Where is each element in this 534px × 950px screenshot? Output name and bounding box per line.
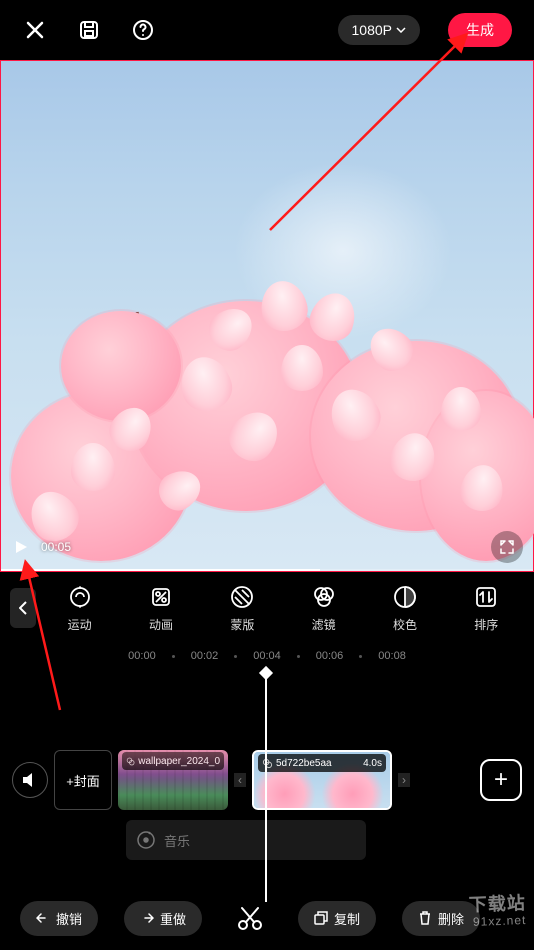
- top-bar: 1080P 生成: [0, 0, 534, 60]
- watermark: 下载站 91xz.net: [468, 894, 526, 929]
- cover-button[interactable]: +封面: [54, 750, 112, 810]
- tool-mask[interactable]: 蒙版: [205, 584, 280, 633]
- ruler-mark: 00:06: [316, 650, 344, 662]
- expand-icon: [499, 539, 515, 555]
- tool-label: 蒙版: [230, 616, 254, 633]
- tool-label: 运动: [68, 616, 92, 633]
- current-time: 00:05: [41, 540, 71, 554]
- sort-icon: [473, 584, 499, 610]
- chevron-down-icon: [396, 27, 406, 33]
- tool-back-button[interactable]: [10, 588, 36, 628]
- timeline-ruler[interactable]: 00:00 00:02 00:04 00:06 00:08: [0, 644, 534, 668]
- watermark-line2: 91xz.net: [473, 914, 527, 929]
- tool-color[interactable]: 校色: [367, 584, 442, 633]
- tool-label: 动画: [149, 616, 173, 633]
- ruler-mark: 00:08: [378, 650, 406, 662]
- undo-label: 撤销: [56, 909, 82, 928]
- tool-label: 校色: [393, 616, 417, 633]
- redo-icon: [140, 912, 154, 924]
- clip-icon: [262, 758, 273, 769]
- music-icon: [136, 830, 156, 850]
- trash-icon: [418, 911, 432, 925]
- preview-image: [1, 61, 533, 571]
- color-icon: [392, 584, 418, 610]
- cover-label: +封面: [66, 771, 100, 790]
- plus-icon: +: [494, 766, 508, 794]
- clip-transition-right[interactable]: ›: [398, 773, 410, 787]
- filter-icon: [311, 584, 337, 610]
- save-button[interactable]: [76, 17, 102, 43]
- clip-2[interactable]: 5d722be5aa 4.0s: [252, 750, 392, 810]
- chevron-left-icon: [19, 601, 27, 615]
- close-button[interactable]: [22, 17, 48, 43]
- tool-label: 滤镜: [312, 616, 336, 633]
- animation-icon: [148, 584, 174, 610]
- tool-animation[interactable]: 动画: [123, 584, 198, 633]
- bottom-bar: 撤销 重做 复制 删除: [0, 900, 534, 936]
- resolution-label: 1080P: [352, 22, 392, 38]
- tool-motion[interactable]: 运动: [42, 584, 117, 633]
- tool-filter[interactable]: 滤镜: [286, 584, 361, 633]
- ruler-dot: [297, 655, 300, 658]
- cut-button[interactable]: [232, 900, 268, 936]
- ruler-dot: [172, 655, 175, 658]
- add-clip-button[interactable]: +: [480, 759, 522, 801]
- ruler-mark: 00:02: [191, 650, 219, 662]
- mute-button[interactable]: [12, 762, 48, 798]
- clip-1[interactable]: wallpaper_2024_0: [118, 750, 228, 810]
- progress-bar[interactable]: [1, 569, 533, 571]
- ruler-dot: [234, 655, 237, 658]
- scissors-icon: [236, 904, 264, 932]
- preview-controls: 00:05: [11, 531, 523, 563]
- undo-button[interactable]: 撤销: [20, 901, 98, 936]
- clip-transition-left[interactable]: ‹: [234, 773, 246, 787]
- copy-label: 复制: [334, 909, 360, 928]
- music-track[interactable]: 音乐: [126, 820, 366, 860]
- redo-label: 重做: [160, 909, 186, 928]
- redo-button[interactable]: 重做: [124, 901, 202, 936]
- video-track: +封面 wallpaper_2024_0 ‹ 5d722be5aa 4.0s ›…: [0, 748, 534, 812]
- tool-label: 排序: [474, 616, 498, 633]
- ruler-dot: [359, 655, 362, 658]
- ruler-mark: 00:00: [128, 650, 156, 662]
- mask-icon: [229, 584, 255, 610]
- motion-icon: [67, 584, 93, 610]
- play-button[interactable]: [11, 537, 31, 557]
- fullscreen-button[interactable]: [491, 531, 523, 563]
- undo-icon: [36, 912, 50, 924]
- ruler-mark: 00:04: [253, 650, 281, 662]
- resolution-selector[interactable]: 1080P: [338, 15, 420, 45]
- clip-icon: [126, 756, 135, 767]
- help-button[interactable]: [130, 17, 156, 43]
- generate-label: 生成: [466, 22, 494, 38]
- speaker-icon: [21, 771, 39, 789]
- tool-row: 运动 动画 蒙版 滤镜 校色 排序: [0, 572, 534, 644]
- music-label: 音乐: [164, 831, 190, 850]
- play-icon: [14, 540, 28, 554]
- delete-label: 删除: [438, 909, 464, 928]
- clip-2-label: 5d722be5aa 4.0s: [258, 754, 386, 772]
- video-preview[interactable]: 00:05: [0, 60, 534, 572]
- generate-button[interactable]: 生成: [448, 13, 512, 47]
- timeline-area[interactable]: +封面 wallpaper_2024_0 ‹ 5d722be5aa 4.0s ›…: [0, 672, 534, 902]
- copy-icon: [314, 911, 328, 925]
- tool-sort[interactable]: 排序: [449, 584, 524, 633]
- playhead[interactable]: [265, 672, 267, 902]
- copy-button[interactable]: 复制: [298, 901, 376, 936]
- clip-1-label: wallpaper_2024_0: [122, 752, 224, 770]
